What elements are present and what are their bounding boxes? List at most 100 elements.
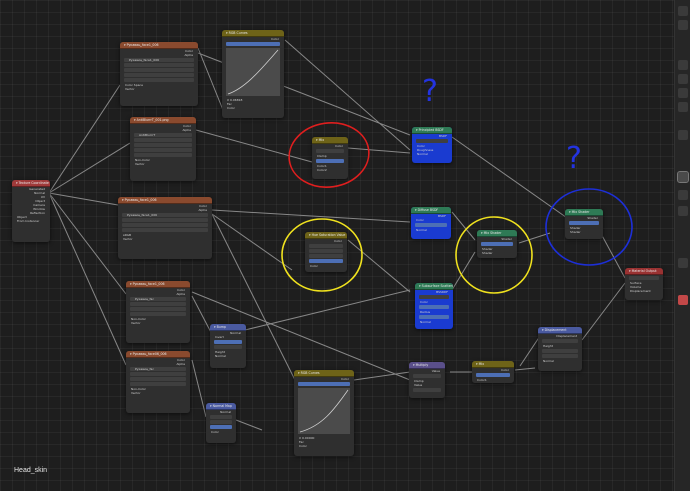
image-texture-node-1[interactable]: Рукавиц_face1_006 Color Alpha Рукавиц_fa… bbox=[120, 42, 198, 106]
extension-select[interactable] bbox=[122, 228, 208, 232]
space-select[interactable] bbox=[542, 339, 578, 343]
input-value-a[interactable]: Value bbox=[409, 383, 445, 387]
scene-icon[interactable] bbox=[678, 258, 688, 268]
tool-icon[interactable] bbox=[678, 6, 688, 16]
output-bssrdf[interactable]: BSSRDF bbox=[415, 290, 453, 294]
sharpness-slider[interactable] bbox=[419, 315, 449, 319]
mix-shader-node-2[interactable]: Mix Shader Shader Shader Shader bbox=[565, 209, 603, 239]
input-color1[interactable]: Color1 bbox=[472, 378, 514, 382]
constraints-icon[interactable] bbox=[678, 130, 688, 140]
output-bsdf[interactable]: BSDF bbox=[412, 134, 452, 138]
image-selector[interactable]: Рукавиц_fac bbox=[130, 297, 186, 301]
bump-node[interactable]: Bump Normal Invert Height Normal bbox=[210, 324, 246, 368]
scale-slider[interactable] bbox=[419, 305, 449, 309]
diffuse-bsdf-node[interactable]: Diffuse BSDF BSDF Color Normal bbox=[411, 207, 451, 239]
value-slider[interactable] bbox=[309, 254, 343, 258]
space-select[interactable] bbox=[210, 415, 232, 419]
extension-select[interactable] bbox=[130, 382, 186, 386]
curve-plot[interactable] bbox=[298, 388, 350, 434]
material-output-node[interactable]: Material Output Surface Volume Displacem… bbox=[625, 268, 663, 300]
image-selector[interactable]: Рукавиц_face1_006 bbox=[124, 58, 194, 62]
input-normal[interactable]: Normal bbox=[415, 320, 453, 324]
interpolation-select[interactable] bbox=[134, 138, 192, 142]
image-texture-node-5[interactable]: Рукавиц_face06_006 Color Alpha Рукавиц_f… bbox=[126, 351, 190, 413]
subsurface-scattering-node[interactable]: Subsurface Scattering BSSRDF Color Radiu… bbox=[415, 283, 453, 329]
displacement-node[interactable]: Displacement Displacement Height Normal bbox=[538, 327, 582, 371]
value-b-slider[interactable] bbox=[413, 388, 441, 392]
image-texture-node-3[interactable]: Рукавиц_face1_006 Color Alpha Рукавиц_fa… bbox=[118, 197, 212, 259]
roughness-slider[interactable] bbox=[415, 223, 447, 227]
source-select[interactable] bbox=[134, 153, 192, 157]
output-alpha[interactable]: Alpha bbox=[120, 53, 198, 57]
vector-input[interactable]: Vector bbox=[120, 87, 198, 91]
input-normal[interactable]: Normal bbox=[538, 359, 582, 363]
principled-bsdf-node[interactable]: Principled BSDF BSDF Color Roughness Nor… bbox=[412, 127, 452, 163]
projection-select[interactable] bbox=[130, 377, 186, 381]
output-color[interactable]: Color bbox=[305, 239, 347, 243]
input-radius[interactable]: Radius bbox=[415, 310, 453, 314]
input-color2[interactable]: Color2 bbox=[312, 168, 348, 172]
interpolation-select[interactable] bbox=[130, 302, 186, 306]
data-icon[interactable] bbox=[678, 190, 688, 200]
blend-mode-select[interactable] bbox=[316, 149, 344, 153]
vector-input[interactable]: Vector bbox=[130, 162, 196, 166]
extension-select[interactable] bbox=[130, 312, 186, 316]
input-color[interactable]: Color bbox=[305, 264, 347, 268]
interpolation-select[interactable] bbox=[122, 218, 208, 222]
input-shader-b[interactable]: Shader bbox=[477, 251, 517, 255]
output-color[interactable]: Color bbox=[312, 144, 348, 148]
fac-slider[interactable] bbox=[309, 259, 343, 263]
input-normal[interactable]: Normal bbox=[210, 354, 246, 358]
output-alpha[interactable]: Alpha bbox=[126, 362, 190, 366]
interpolation-select[interactable] bbox=[124, 63, 194, 67]
input-color[interactable]: Color bbox=[411, 218, 451, 222]
rgb-curves-node-2[interactable]: RGB Curves Color X 0.00000 Fac Color bbox=[294, 370, 354, 456]
modifier-icon[interactable] bbox=[678, 74, 688, 84]
output-color[interactable]: Color bbox=[472, 368, 514, 372]
math-node[interactable]: Multiply Value Clamp Value bbox=[409, 362, 445, 398]
extension-select[interactable] bbox=[134, 148, 192, 152]
distance-slider[interactable] bbox=[214, 345, 242, 349]
invert-checkbox[interactable]: Invert bbox=[210, 335, 246, 339]
texture-coordinate-node[interactable]: Texture Coordinate Generated Normal UV O… bbox=[12, 180, 50, 242]
output-shader[interactable]: Shader bbox=[477, 237, 517, 241]
mix-color-node[interactable]: Mix Color Clamp Color1 Color2 bbox=[312, 137, 348, 179]
rgb-curves-node-1[interactable]: RGB Curves Color X 0.06818 Fac Color bbox=[222, 30, 284, 118]
fac-slider[interactable] bbox=[316, 159, 344, 163]
image-texture-node-4[interactable]: Рукавиц_face1_006 Color Alpha Рукавиц_fa… bbox=[126, 281, 190, 343]
output-displacement[interactable]: Displacement bbox=[538, 334, 582, 338]
input-color[interactable]: Color bbox=[294, 444, 354, 448]
input-color[interactable]: Color bbox=[222, 106, 284, 110]
clamp-checkbox[interactable]: Clamp bbox=[312, 154, 348, 158]
output-color[interactable]: Color bbox=[294, 377, 354, 381]
hue-slider[interactable] bbox=[309, 244, 343, 248]
output-value[interactable]: Value bbox=[409, 369, 445, 373]
strength-slider[interactable] bbox=[214, 340, 242, 344]
operation-select[interactable] bbox=[413, 374, 441, 378]
projection-select[interactable] bbox=[122, 223, 208, 227]
output-normal[interactable]: Normal bbox=[206, 410, 236, 414]
combine-tab[interactable] bbox=[226, 42, 280, 46]
world-icon[interactable] bbox=[678, 295, 688, 305]
material-icon[interactable] bbox=[677, 171, 689, 183]
particles-icon[interactable] bbox=[678, 88, 688, 98]
node-editor-canvas[interactable]: Texture Coordinate Generated Normal UV O… bbox=[0, 0, 674, 491]
projection-select[interactable] bbox=[124, 68, 194, 72]
image-selector[interactable]: AntiBlurrrT bbox=[134, 133, 192, 137]
curve-plot[interactable] bbox=[226, 48, 280, 96]
input-color[interactable]: Color bbox=[415, 300, 453, 304]
combine-tab[interactable] bbox=[298, 382, 350, 386]
object-icon[interactable] bbox=[678, 60, 688, 70]
strength-slider[interactable] bbox=[210, 425, 232, 429]
fac-slider[interactable] bbox=[569, 221, 599, 225]
from-instancer-checkbox[interactable]: From Instancer bbox=[12, 219, 50, 223]
input-displacement[interactable]: Displacement bbox=[625, 289, 663, 293]
vector-input[interactable]: Vector bbox=[118, 237, 212, 241]
normal-map-node[interactable]: Normal Map Normal Color bbox=[206, 403, 236, 443]
output-shader[interactable]: Shader bbox=[565, 216, 603, 220]
curve-widget[interactable] bbox=[226, 48, 280, 96]
midlevel-slider[interactable] bbox=[542, 349, 578, 353]
distribution-select[interactable] bbox=[416, 139, 448, 143]
input-color[interactable]: Color bbox=[206, 430, 236, 434]
texture-icon[interactable] bbox=[678, 206, 688, 216]
